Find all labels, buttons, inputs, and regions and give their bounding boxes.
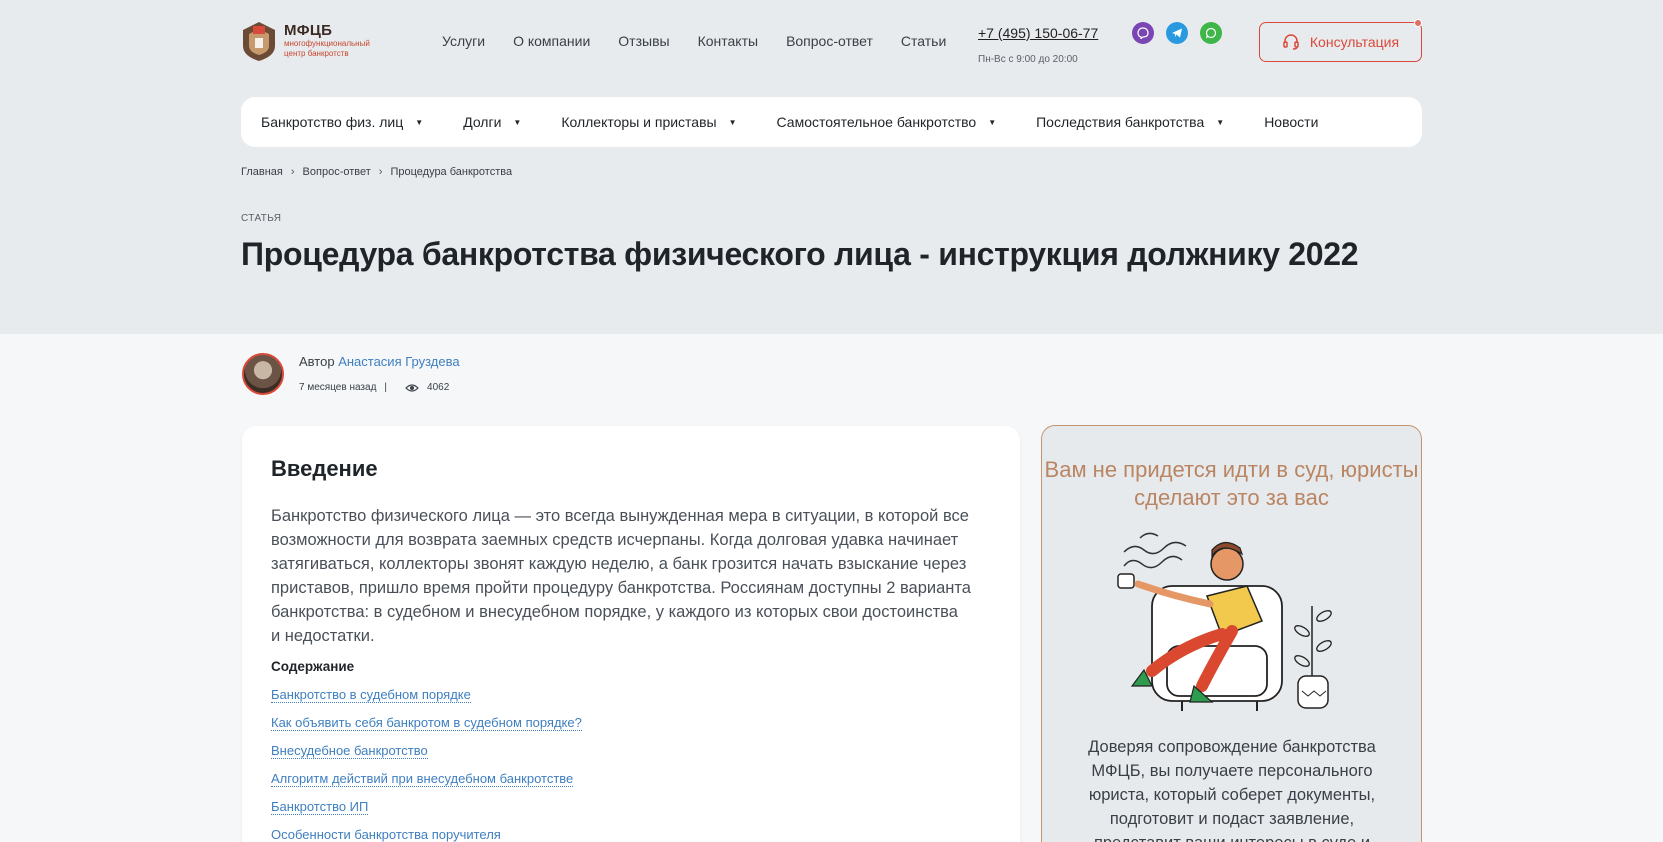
- intro-paragraph: Банкротство физического лица — это всегд…: [271, 507, 971, 645]
- topnav-about[interactable]: О компании: [513, 33, 590, 49]
- mainnav-self-bankruptcy[interactable]: Самостоятельное банкротство ▼: [777, 114, 997, 130]
- consultation-label: Консультация: [1309, 34, 1400, 50]
- caret-down-icon: ▼: [415, 117, 424, 127]
- toc-item: Внесудебное банкротство: [271, 742, 582, 770]
- mainnav-news[interactable]: Новости: [1264, 114, 1318, 130]
- caret-down-icon: ▼: [988, 117, 997, 127]
- toc-link[interactable]: Как объявить себя банкротом в судебном п…: [271, 715, 582, 731]
- caret-down-icon: ▼: [1216, 117, 1225, 127]
- promo-title: Вам не придется идти в суд, юристы сдела…: [1044, 457, 1419, 510]
- meta-divider: |: [384, 382, 388, 393]
- breadcrumb-home[interactable]: Главная: [241, 166, 283, 178]
- mainnav-bankruptcy-individuals[interactable]: Банкротство физ. лиц ▼: [261, 114, 423, 130]
- eye-icon: [405, 383, 419, 392]
- table-of-contents: Банкротство в судебном порядке Как объяв…: [271, 686, 582, 842]
- chevron-right-icon: ›: [290, 166, 295, 178]
- relaxing-person-illustration: [1117, 532, 1332, 711]
- logo-subtitle: многофункциональный: [284, 39, 370, 48]
- toc-link[interactable]: Особенности банкротства поручителя: [271, 827, 501, 842]
- logo[interactable]: МФЦБ многофункциональный центр банкротст…: [241, 20, 370, 62]
- mainnav-label: Коллекторы и приставы: [561, 114, 717, 130]
- promo-text: Доверяя сопровождение банкротства МФЦБ, …: [1088, 738, 1376, 842]
- viber-icon[interactable]: [1132, 22, 1154, 44]
- mainnav-label: Долги: [463, 114, 502, 130]
- toc-item: Алгоритм действий при внесудебном банкро…: [271, 770, 582, 798]
- toc-item: Банкротство ИП: [271, 798, 582, 826]
- author-name-link[interactable]: Анастасия Груздева: [338, 354, 459, 369]
- breadcrumb-faq[interactable]: Вопрос-ответ: [303, 166, 371, 178]
- page-title: Процедура банкротства физического лица -…: [241, 236, 1359, 272]
- working-hours: Пн-Вс с 9:00 до 20:00: [978, 54, 1078, 65]
- topnav-reviews[interactable]: Отзывы: [618, 33, 669, 49]
- headset-icon: [1283, 34, 1299, 50]
- promo-card: Вам не придется идти в суд, юристы сдела…: [1041, 425, 1422, 842]
- telegram-icon[interactable]: [1166, 22, 1188, 44]
- toc-item: Как объявить себя банкротом в судебном п…: [271, 714, 582, 742]
- breadcrumb: Главная › Вопрос-ответ › Процедура банкр…: [241, 166, 512, 178]
- mainnav-label: Самостоятельное банкротство: [776, 114, 977, 130]
- topnav-articles[interactable]: Статьи: [901, 33, 946, 49]
- mainnav-label: Последствия банкротства: [1036, 114, 1205, 130]
- published-time: 7 месяцев назад: [299, 382, 377, 393]
- toc-link[interactable]: Алгоритм действий при внесудебном банкро…: [271, 771, 574, 787]
- mainnav-debts[interactable]: Долги ▼: [463, 114, 521, 130]
- consultation-button[interactable]: Консультация: [1259, 19, 1422, 62]
- toc-title: Содержание: [271, 659, 355, 674]
- chevron-right-icon: ›: [378, 166, 383, 178]
- logo-mark-icon: [243, 22, 275, 61]
- main-navigation: Банкротство физ. лиц ▼ Долги ▼ Коллекторы …: [241, 97, 1422, 147]
- logo-name: МФЦБ: [284, 22, 333, 39]
- top-navigation: Услуги О компании Отзывы Контакты Вопрос…: [442, 33, 974, 49]
- article-card: Введение Банкротство физического лица — …: [242, 426, 1020, 842]
- logo-subtitle: центр банкротств: [284, 49, 349, 58]
- view-count: 4062: [427, 382, 450, 393]
- mainnav-consequences[interactable]: Последствия банкротства ▼: [1036, 114, 1224, 130]
- topnav-services[interactable]: Услуги: [442, 33, 485, 49]
- toc-link[interactable]: Банкротство в судебном порядке: [271, 687, 471, 703]
- notification-dot: [1414, 19, 1422, 27]
- article-meta: 7 месяцев назад | 4062: [299, 382, 449, 393]
- article-tag: СТАТЬЯ: [241, 213, 282, 224]
- breadcrumb-current: Процедура банкротства: [390, 166, 513, 178]
- topnav-faq[interactable]: Вопрос-ответ: [786, 33, 873, 49]
- whatsapp-icon[interactable]: [1200, 22, 1222, 44]
- toc-link[interactable]: Внесудебное банкротство: [271, 743, 428, 759]
- author-prefix: Автор: [299, 354, 335, 369]
- toc-item: Особенности банкротства поручителя: [271, 826, 582, 842]
- author-line: Автор Анастасия Груздева: [299, 354, 460, 369]
- mainnav-label: Банкротство физ. лиц: [261, 114, 404, 130]
- caret-down-icon: ▼: [728, 117, 737, 127]
- mainnav-label: Новости: [1264, 114, 1319, 130]
- section-title: Введение: [271, 456, 378, 481]
- topnav-contacts[interactable]: Контакты: [698, 33, 758, 49]
- toc-link[interactable]: Банкротство ИП: [271, 799, 369, 815]
- toc-item: Банкротство в судебном порядке: [271, 686, 582, 714]
- mainnav-collectors[interactable]: Коллекторы и приставы ▼: [561, 114, 736, 130]
- caret-down-icon: ▼: [513, 117, 522, 127]
- phone-link[interactable]: +7 (495) 150-06-77: [978, 25, 1098, 41]
- author-avatar[interactable]: [242, 353, 284, 395]
